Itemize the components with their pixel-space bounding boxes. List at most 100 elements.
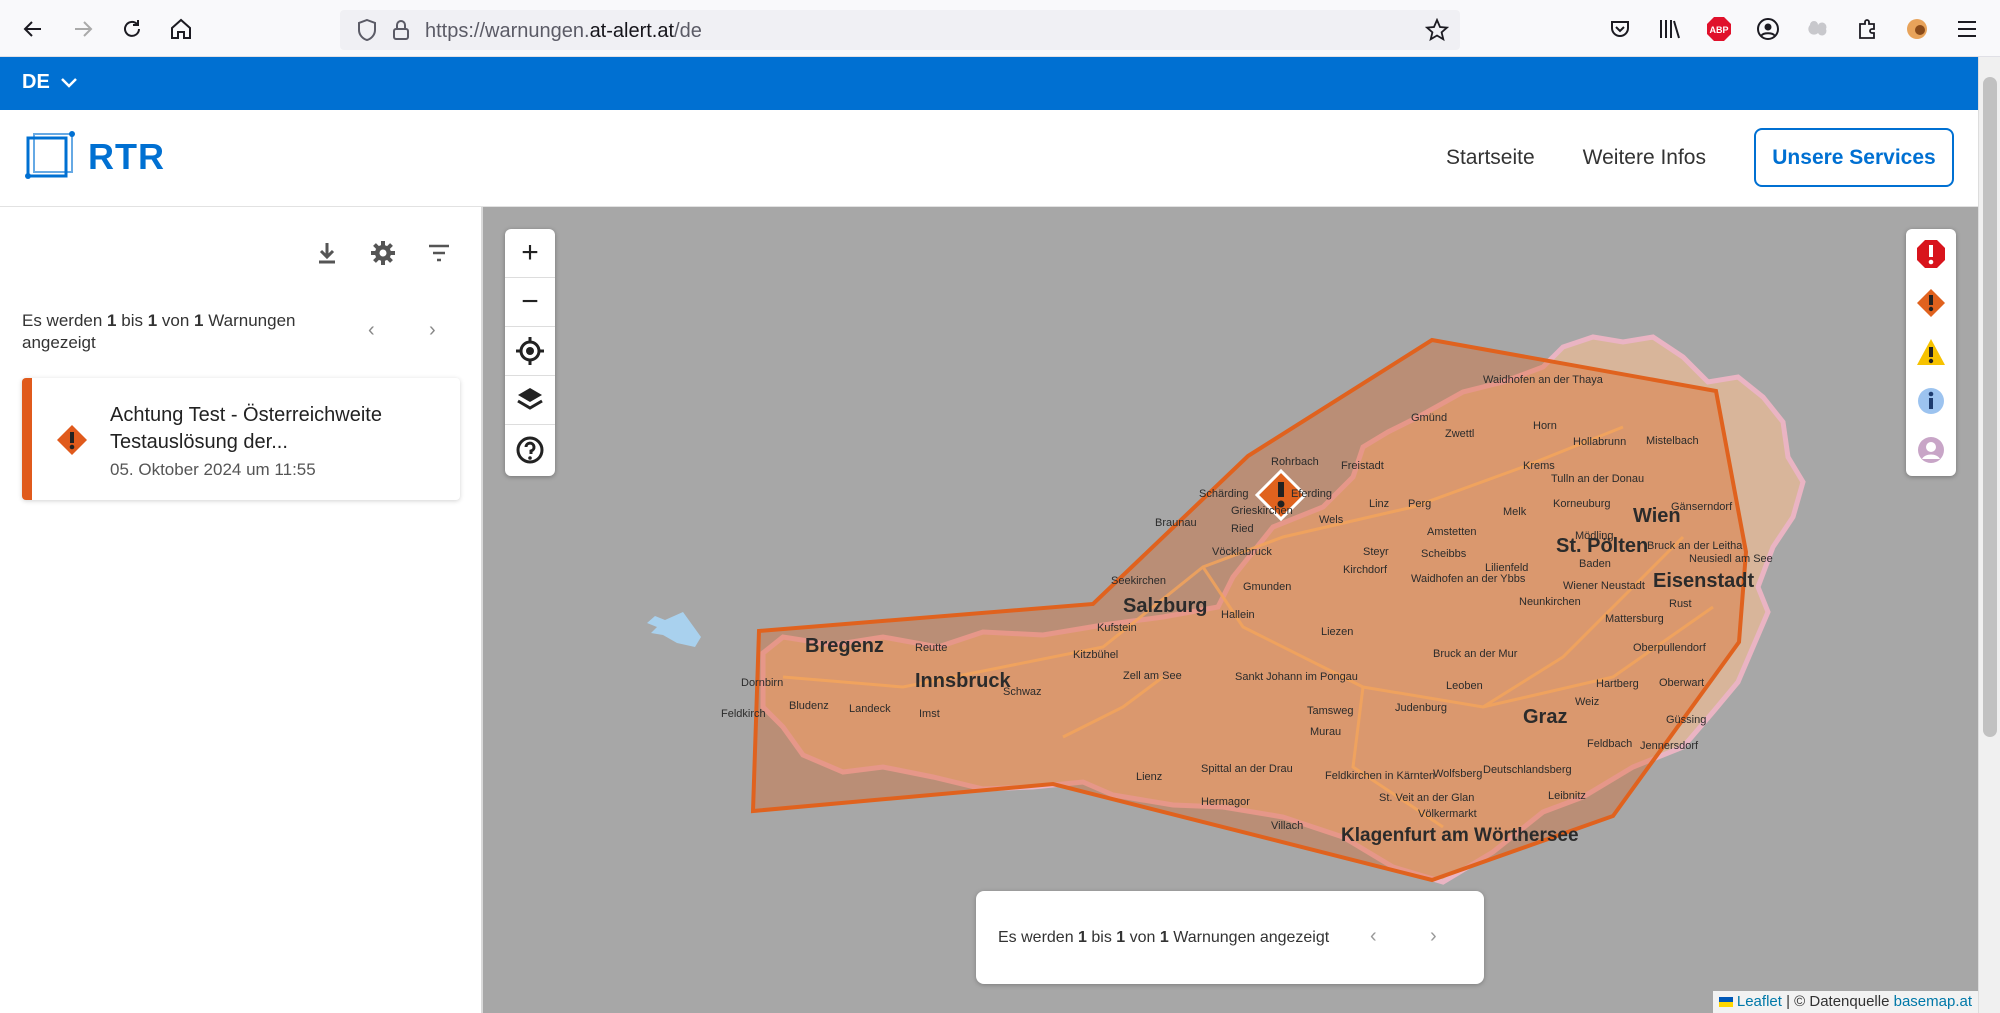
map-label: Klagenfurt am Wörthersee <box>1341 825 1579 846</box>
scroll-thumb[interactable] <box>1983 77 1997 737</box>
map-label: Landeck <box>849 703 891 715</box>
layers-icon[interactable] <box>505 376 555 425</box>
map-label: Hollabrunn <box>1573 436 1626 448</box>
map-label: Amstetten <box>1427 526 1477 538</box>
leaflet-link[interactable]: Leaflet <box>1737 993 1782 1010</box>
map-label: Grieskirchen <box>1231 505 1293 517</box>
shield-icon[interactable] <box>352 15 382 45</box>
nav-startseite[interactable]: Startseite <box>1446 146 1535 170</box>
warning-map[interactable]: Bregenz Innsbruck Salzburg Wien St. Pölten Ei… <box>483 207 1978 1013</box>
map-label: Eisenstadt <box>1653 570 1754 592</box>
zoom-in-button[interactable]: + <box>505 229 555 278</box>
filter-icon[interactable] <box>425 239 453 267</box>
map-label: Mistelbach <box>1646 435 1699 447</box>
map-label: Salzburg <box>1123 595 1207 617</box>
map-label: Dornbirn <box>741 677 783 689</box>
forward-icon[interactable] <box>66 12 100 46</box>
main-nav: Startseite Weitere Infos <box>1446 146 1706 170</box>
map-label: Murau <box>1310 726 1341 738</box>
user-icon[interactable] <box>1906 425 1956 474</box>
map-label: Seekirchen <box>1111 575 1166 587</box>
map-label: Feldkirch <box>721 708 766 720</box>
services-button[interactable]: Unsere Services <box>1754 128 1954 187</box>
map-label: Bregenz <box>805 635 884 657</box>
next-page-button[interactable]: › <box>429 319 436 342</box>
extreme-icon[interactable] <box>1906 229 1956 278</box>
map-label: Weiz <box>1575 696 1599 708</box>
menu-icon[interactable] <box>1952 14 1982 44</box>
warning-count-text: Es werden 1 bis 1 von 1 Warnungen angeze… <box>22 311 296 352</box>
prev-page-button[interactable]: ‹ <box>368 319 375 342</box>
bottom-next-button[interactable]: › <box>1430 925 1437 948</box>
map-label: Waidhofen an der Ybbs <box>1411 573 1526 585</box>
map-label: Hermagor <box>1201 796 1250 808</box>
locate-icon[interactable] <box>505 327 555 376</box>
map-label: Mattersburg <box>1605 613 1664 625</box>
map-label: Zell am See <box>1123 670 1182 682</box>
map-label: Bruck an der Leitha <box>1647 540 1743 552</box>
map-label: Tulln an der Donau <box>1551 473 1644 485</box>
map-label: Feldkirchen in Kärnten <box>1325 770 1435 782</box>
adblock-icon[interactable]: ABP <box>1704 14 1734 44</box>
map-label: Ried <box>1231 523 1254 535</box>
moderate-icon[interactable] <box>1906 327 1956 376</box>
map-label: Krems <box>1523 460 1555 472</box>
language-label: DE <box>22 71 50 93</box>
map-label: Völkermarkt <box>1418 808 1477 820</box>
rtr-logo[interactable]: RTR <box>22 130 165 184</box>
map-label: Vöcklabruck <box>1212 546 1272 558</box>
back-icon[interactable] <box>16 12 50 46</box>
map-controls: + − <box>505 229 555 476</box>
pocket-icon[interactable] <box>1605 14 1635 44</box>
map-label: Graz <box>1523 706 1567 728</box>
reload-icon[interactable] <box>115 12 149 46</box>
library-icon[interactable] <box>1655 14 1685 44</box>
severe-icon[interactable] <box>1906 278 1956 327</box>
bottom-prev-button[interactable]: ‹ <box>1370 925 1377 948</box>
nav-weitere-infos[interactable]: Weitere Infos <box>1583 146 1706 170</box>
map-label: Sankt Johann im Pongau <box>1235 671 1358 683</box>
map-label: Kufstein <box>1097 622 1137 634</box>
map-label: Schwaz <box>1003 686 1042 698</box>
map-label: Neunkirchen <box>1519 596 1581 608</box>
logo-text: RTR <box>88 136 165 177</box>
sidebar-tools <box>313 239 453 267</box>
map-label: Melk <box>1503 506 1527 518</box>
gear-icon[interactable] <box>369 239 397 267</box>
extension-icon[interactable] <box>1803 14 1833 44</box>
puzzle-icon[interactable] <box>1853 14 1883 44</box>
map-label: Bruck an der Mur <box>1433 648 1518 660</box>
ukraine-flag-icon <box>1718 997 1733 1008</box>
language-select[interactable]: DE <box>22 71 78 94</box>
page-scrollbar[interactable] <box>1978 57 2000 1013</box>
download-icon[interactable] <box>313 239 341 267</box>
basemap-link[interactable]: basemap.at <box>1894 993 1972 1010</box>
map-label: Zwettl <box>1445 428 1474 440</box>
map-label: Mödling <box>1575 530 1614 542</box>
account-icon[interactable] <box>1753 14 1783 44</box>
star-icon[interactable] <box>1422 15 1452 45</box>
map-label: Neusiedl am See <box>1689 553 1773 565</box>
map-label: Jennersdorf <box>1640 740 1699 752</box>
map-label: Lienz <box>1136 771 1162 783</box>
map-label: Kitzbühel <box>1073 649 1118 661</box>
bottom-pagination-panel: Es werden 1 bis 1 von 1 Warnungen angeze… <box>976 891 1484 984</box>
map-label: Scheibbs <box>1421 548 1467 560</box>
warning-card[interactable]: Achtung Test - Österreichweite Testauslö… <box>22 378 460 500</box>
map-label: Judenburg <box>1395 702 1447 714</box>
zoom-out-button[interactable]: − <box>505 278 555 327</box>
profile-icon[interactable] <box>1902 14 1932 44</box>
lock-icon[interactable] <box>386 15 416 45</box>
map-label: Kirchdorf <box>1343 564 1388 576</box>
home-icon[interactable] <box>164 12 198 46</box>
chevron-down-icon <box>60 77 77 88</box>
map-label: Schärding <box>1199 488 1249 500</box>
map-label: Linz <box>1369 498 1389 510</box>
help-icon[interactable] <box>505 425 555 474</box>
warnings-sidebar: Es werden 1 bis 1 von 1 Warnungen angeze… <box>0 207 483 1013</box>
map-label: Leibnitz <box>1548 790 1586 802</box>
map-label: Baden <box>1579 558 1611 570</box>
url-bar[interactable]: https://warnungen.at-alert.at/de <box>340 10 1460 50</box>
info-icon[interactable] <box>1906 376 1956 425</box>
url-text: https://warnungen.at-alert.at/de <box>425 20 702 42</box>
